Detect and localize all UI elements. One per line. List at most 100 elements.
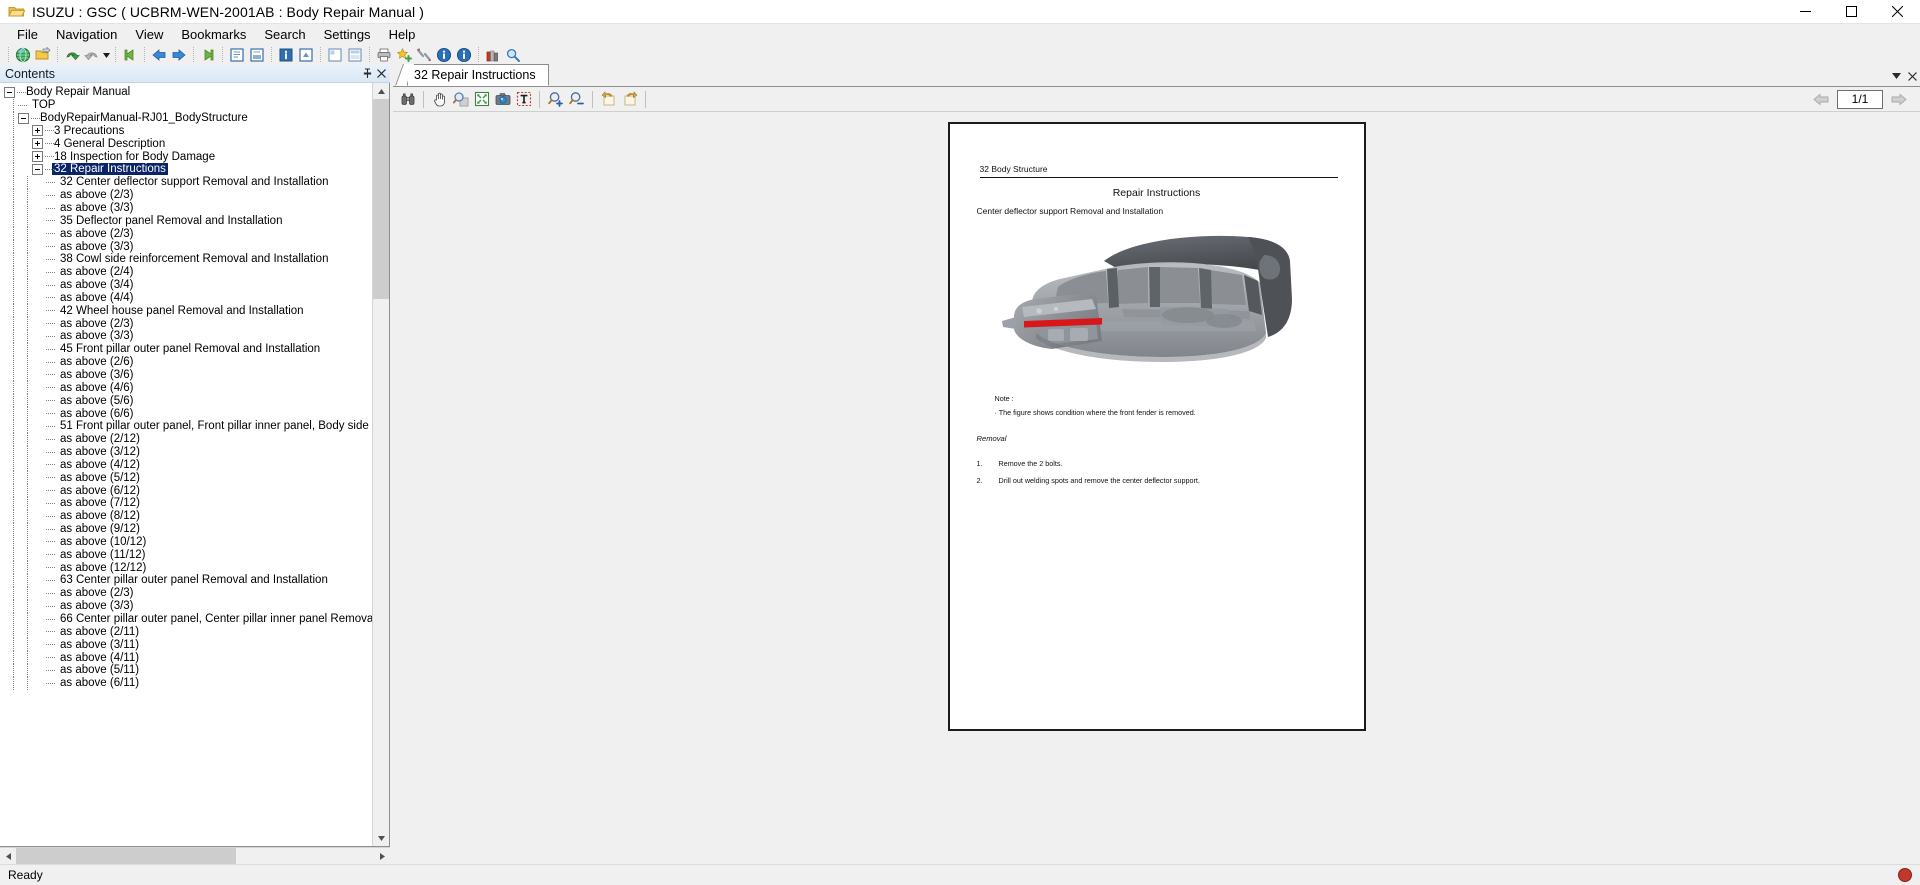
snapshot-camera-icon[interactable] [493, 89, 512, 109]
tree-item[interactable]: 32 Repair Instructions [0, 163, 372, 176]
document-list-icon[interactable] [247, 46, 267, 65]
tree-item[interactable]: as above (10/12) [0, 536, 372, 549]
tree-item[interactable]: as above (6/12) [0, 484, 372, 497]
info-page-icon[interactable] [276, 46, 296, 65]
tree-item[interactable]: as above (6/11) [0, 677, 372, 690]
expand-icon[interactable] [32, 151, 43, 162]
collapse-icon[interactable] [4, 87, 15, 98]
scroll-left-arrow-icon[interactable] [0, 848, 16, 864]
document-view-icon[interactable] [227, 46, 247, 65]
prev-page-arrow-icon[interactable] [1810, 89, 1832, 109]
tools-wrench-icon[interactable] [414, 46, 434, 65]
close-icon[interactable] [374, 67, 388, 81]
zoom-in-icon[interactable] [546, 89, 565, 109]
menu-navigation[interactable]: Navigation [47, 25, 126, 45]
rotate-left-icon[interactable] [599, 89, 618, 109]
tree-item[interactable]: as above (4/6) [0, 381, 372, 394]
tree-item[interactable]: 18 Inspection for Body Damage [0, 150, 372, 163]
tree-item[interactable]: as above (12/12) [0, 561, 372, 574]
close-button[interactable] [1874, 0, 1920, 23]
forward-icon[interactable] [169, 46, 189, 65]
menu-search[interactable]: Search [255, 25, 314, 45]
info-blue-alt-icon[interactable] [454, 46, 474, 65]
tree-item[interactable]: 3 Precautions [0, 125, 372, 138]
page-layout-icon[interactable] [325, 46, 345, 65]
tab-close-icon[interactable] [1904, 68, 1920, 84]
tree-scroll-track[interactable] [373, 99, 389, 830]
tree-hscroll-thumb[interactable] [16, 848, 236, 864]
last-page-icon[interactable] [198, 46, 218, 65]
tree-item[interactable]: Body Repair Manual [0, 86, 372, 99]
tree-item[interactable]: as above (3/3) [0, 600, 372, 613]
tree-item[interactable]: as above (3/3) [0, 240, 372, 253]
tree-item[interactable]: as above (4/12) [0, 458, 372, 471]
tree-item[interactable]: BodyRepairManual-RJ01_BodyStructure [0, 112, 372, 125]
zoom-select-icon[interactable] [451, 89, 470, 109]
page-indicator[interactable]: 1/1 [1837, 90, 1883, 109]
first-page-icon[interactable] [120, 46, 140, 65]
undo-arrow-icon[interactable] [62, 46, 82, 65]
tree-item[interactable]: as above (3/12) [0, 446, 372, 459]
menu-bookmarks[interactable]: Bookmarks [172, 25, 255, 45]
tree-item[interactable]: as above (2/3) [0, 227, 372, 240]
tree-item[interactable]: 38 Cowl side reinforcement Removal and I… [0, 253, 372, 266]
collapse-icon[interactable] [32, 164, 43, 175]
tree-item[interactable]: as above (2/3) [0, 317, 372, 330]
tree-item[interactable]: as above (2/11) [0, 625, 372, 638]
next-page-arrow-icon[interactable] [1888, 89, 1910, 109]
tree-item[interactable]: as above (4/4) [0, 292, 372, 305]
tree-item[interactable]: as above (2/3) [0, 587, 372, 600]
dropdown-caret-icon[interactable] [102, 46, 111, 65]
browse-globe-icon[interactable] [13, 46, 33, 65]
tree-item[interactable]: as above (5/6) [0, 394, 372, 407]
tree-hscroll-track[interactable] [16, 848, 374, 864]
tree-item[interactable]: TOP [0, 99, 372, 112]
tree-vertical-scrollbar[interactable] [372, 83, 389, 846]
tree-item[interactable]: as above (2/12) [0, 433, 372, 446]
tree-item[interactable]: as above (3/3) [0, 202, 372, 215]
maximize-button[interactable] [1828, 0, 1874, 23]
menu-settings[interactable]: Settings [315, 25, 380, 45]
rotate-right-icon[interactable] [620, 89, 639, 109]
tree-item[interactable]: as above (6/6) [0, 407, 372, 420]
expand-icon[interactable] [32, 125, 43, 136]
pan-hand-icon[interactable] [430, 89, 449, 109]
menu-view[interactable]: View [126, 25, 172, 45]
tree-item[interactable]: 32 Center deflector support Removal and … [0, 176, 372, 189]
collapse-icon[interactable] [18, 113, 29, 124]
tree-item[interactable]: 35 Deflector panel Removal and Installat… [0, 214, 372, 227]
contents-tree[interactable]: Body Repair ManualTOPBodyRepairManual-RJ… [0, 83, 372, 846]
expand-icon[interactable] [32, 138, 43, 149]
tree-item[interactable]: as above (3/3) [0, 330, 372, 343]
menu-help[interactable]: Help [380, 25, 425, 45]
tree-item[interactable]: as above (2/6) [0, 356, 372, 369]
tree-item[interactable]: as above (4/11) [0, 651, 372, 664]
tree-item[interactable]: as above (2/4) [0, 266, 372, 279]
tree-horizontal-scrollbar[interactable] [0, 847, 390, 864]
binoculars-icon[interactable] [398, 89, 417, 109]
tree-item[interactable]: as above (9/12) [0, 523, 372, 536]
tree-item[interactable]: as above (3/6) [0, 369, 372, 382]
open-folder-icon[interactable] [33, 46, 53, 65]
document-viewport[interactable]: 32 Body Structure Repair Instructions Ce… [393, 112, 1920, 864]
minimize-button[interactable] [1782, 0, 1828, 23]
tree-item[interactable]: as above (5/11) [0, 664, 372, 677]
tree-item[interactable]: as above (3/11) [0, 638, 372, 651]
tree-scroll-thumb[interactable] [373, 99, 389, 299]
tree-item[interactable]: as above (5/12) [0, 471, 372, 484]
tree-item[interactable]: 45 Front pillar outer panel Removal and … [0, 343, 372, 356]
tree-item[interactable]: as above (7/12) [0, 497, 372, 510]
scroll-up-arrow-icon[interactable] [373, 83, 389, 99]
tree-item[interactable]: as above (3/4) [0, 279, 372, 292]
menu-file[interactable]: File [8, 25, 47, 45]
tree-item[interactable]: as above (8/12) [0, 510, 372, 523]
print-icon[interactable] [374, 46, 394, 65]
tree-item[interactable]: 42 Wheel house panel Removal and Install… [0, 304, 372, 317]
scroll-down-arrow-icon[interactable] [373, 830, 389, 846]
export-page-icon[interactable] [296, 46, 316, 65]
scroll-right-arrow-icon[interactable] [374, 848, 390, 864]
search-magnifier-icon[interactable] [503, 46, 523, 65]
fit-page-icon[interactable] [472, 89, 491, 109]
tree-item[interactable]: 66 Center pillar outer panel, Center pil… [0, 613, 372, 626]
pin-icon[interactable] [360, 67, 374, 81]
